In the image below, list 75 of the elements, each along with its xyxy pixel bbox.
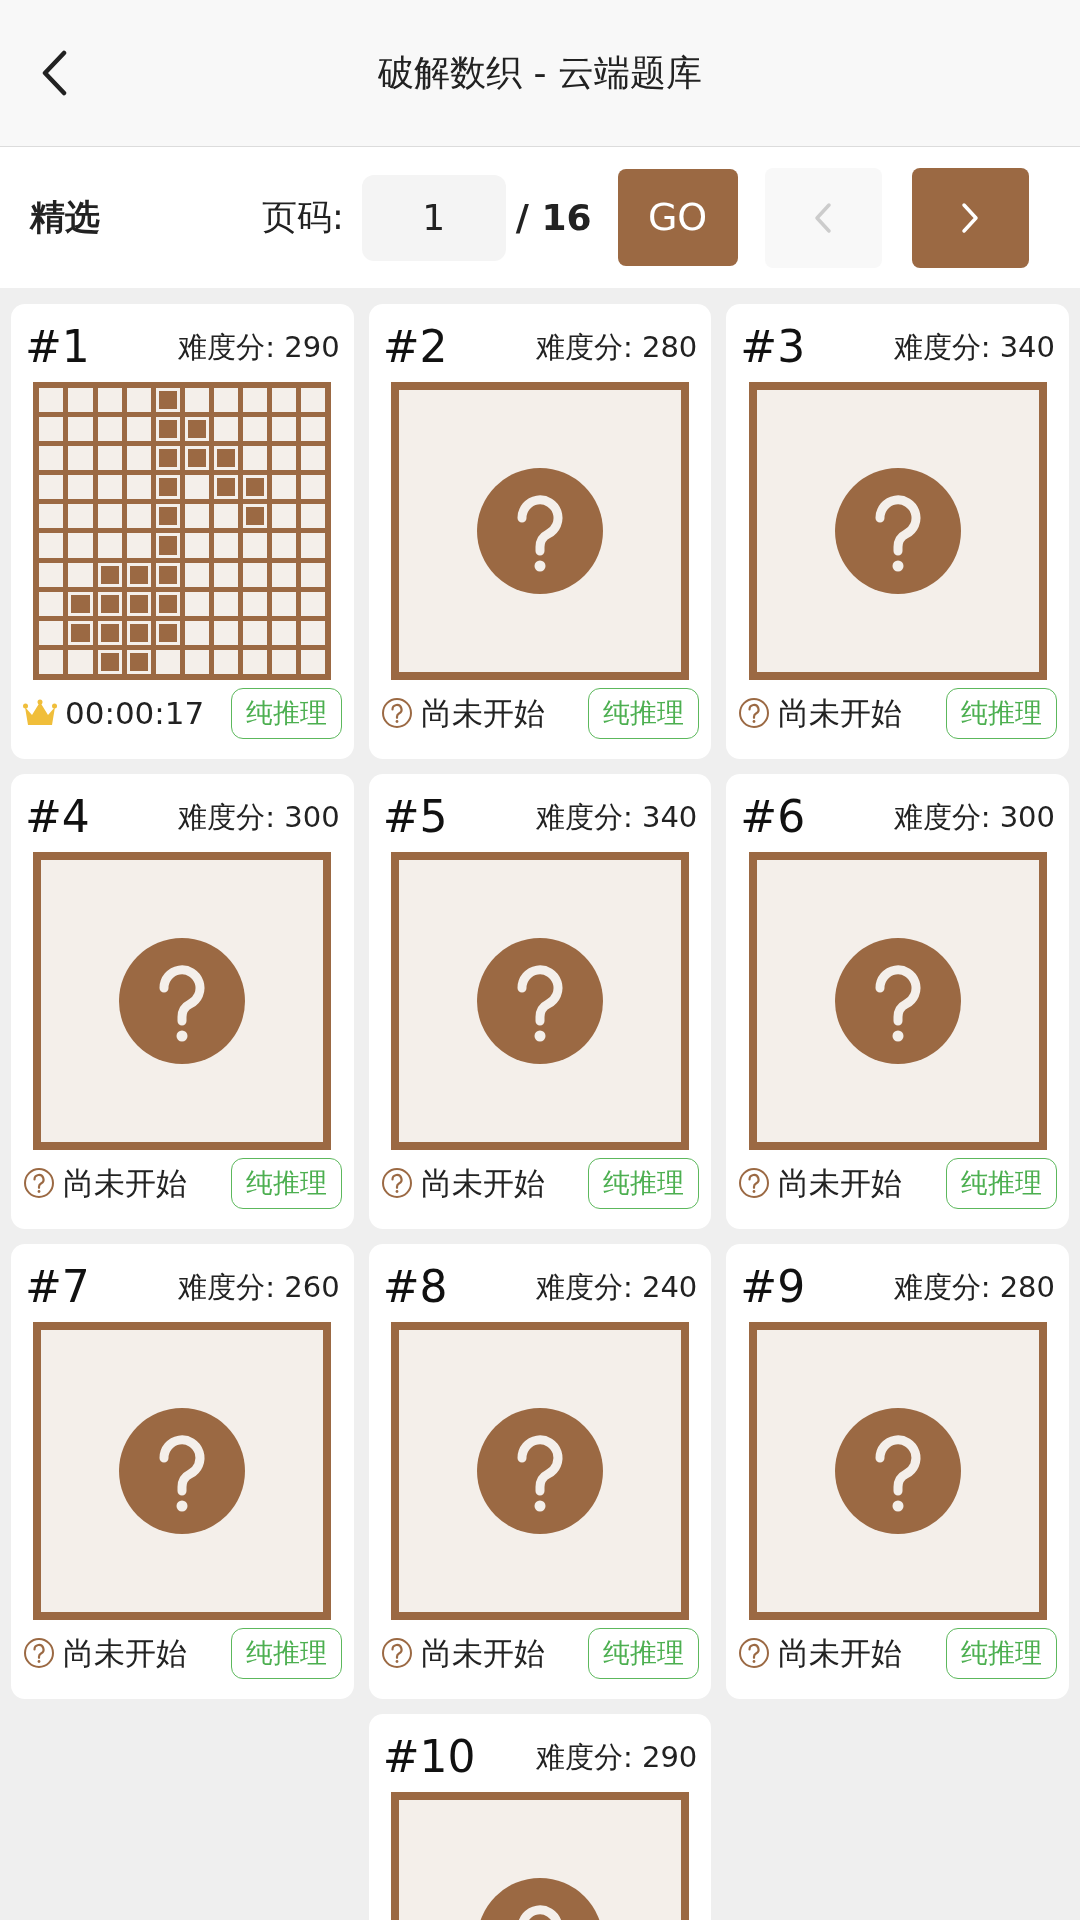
tag: 纯推理 <box>588 1628 700 1679</box>
back-icon <box>40 50 68 96</box>
puzzle-number: #4 <box>25 795 90 839</box>
puzzle-number: #2 <box>382 325 448 369</box>
tag: 纯推理 <box>588 1158 700 1209</box>
tag: 纯推理 <box>946 688 1057 739</box>
question-icon <box>119 938 246 1064</box>
difficulty-score: 难度分: 280 <box>536 332 698 362</box>
status-text: 尚未开始 <box>778 1164 903 1203</box>
page-total: / 16 <box>515 195 592 240</box>
puzzle-card[interactable]: #6 难度分: 300 尚未开始 纯推理 <box>726 774 1069 1229</box>
chevron-left-icon <box>814 201 833 234</box>
tag: 纯推理 <box>946 1158 1057 1209</box>
chevron-right-icon <box>961 201 980 234</box>
question-icon <box>834 938 961 1064</box>
difficulty-score: 难度分: 340 <box>536 802 698 832</box>
puzzle-card[interactable]: #5 难度分: 340 尚未开始 纯推理 <box>368 774 712 1229</box>
solve-time: 00:00:17 <box>65 694 205 733</box>
puzzle-card[interactable]: #3 难度分: 340 尚未开始 纯推理 <box>726 304 1069 759</box>
difficulty-score: 难度分: 240 <box>536 1272 698 1302</box>
question-circle-icon <box>23 1167 55 1200</box>
question-circle-icon <box>380 1637 413 1670</box>
question-icon <box>834 1408 961 1534</box>
status-text: 尚未开始 <box>420 1164 545 1203</box>
question-circle-icon <box>738 1167 771 1200</box>
tag: 纯推理 <box>230 1628 342 1679</box>
question-icon <box>119 1408 246 1534</box>
puzzle-number: #7 <box>25 1265 90 1309</box>
status-text: 尚未开始 <box>420 1634 545 1673</box>
difficulty-score: 难度分: 260 <box>178 1272 340 1302</box>
category-label: 精选 <box>30 196 101 240</box>
question-icon <box>477 938 603 1064</box>
puzzle-card[interactable]: #9 难度分: 280 尚未开始 纯推理 <box>726 1244 1069 1699</box>
puzzle-card[interactable]: #8 难度分: 240 尚未开始 纯推理 <box>368 1244 712 1699</box>
puzzle-number: #6 <box>740 795 806 839</box>
page-input[interactable]: 1 <box>361 174 506 261</box>
page-title: 破解数织 - 云端题库 <box>378 51 702 95</box>
difficulty-score: 难度分: 300 <box>178 802 340 832</box>
difficulty-score: 难度分: 290 <box>178 332 340 362</box>
puzzle-number: #9 <box>740 1265 806 1309</box>
puzzle-number: #1 <box>25 325 90 369</box>
puzzle-card[interactable]: #10 难度分: 290 <box>368 1714 712 1920</box>
puzzle-card[interactable]: #2 难度分: 280 尚未开始 纯推理 <box>368 304 712 759</box>
tag: 纯推理 <box>230 1158 342 1209</box>
puzzle-number: #3 <box>740 325 806 369</box>
page-label: 页码: <box>262 196 344 240</box>
puzzle-card[interactable]: #4 难度分: 300 尚未开始 纯推理 <box>11 774 354 1229</box>
puzzle-card[interactable]: #1 难度分: 290 00:00:17 纯推理 <box>11 304 354 759</box>
tag: 纯推理 <box>588 688 700 739</box>
puzzle-number: #10 <box>382 1735 476 1779</box>
question-circle-icon <box>23 1637 55 1670</box>
difficulty-score: 难度分: 290 <box>536 1742 698 1772</box>
difficulty-score: 难度分: 300 <box>893 802 1055 832</box>
question-circle-icon <box>738 697 771 730</box>
puzzle-number: #5 <box>382 795 448 839</box>
question-icon <box>477 1408 603 1534</box>
status-text: 尚未开始 <box>778 1634 903 1673</box>
next-page-button[interactable] <box>911 167 1029 268</box>
question-icon <box>477 468 603 594</box>
puzzle-card[interactable]: #7 难度分: 260 尚未开始 纯推理 <box>11 1244 354 1699</box>
crown-icon <box>23 699 57 728</box>
difficulty-score: 难度分: 340 <box>893 332 1055 362</box>
question-circle-icon <box>380 697 413 730</box>
go-button[interactable]: GO <box>617 169 738 266</box>
tag: 纯推理 <box>230 688 342 739</box>
difficulty-score: 难度分: 280 <box>893 1272 1055 1302</box>
status-text: 尚未开始 <box>420 694 545 733</box>
question-circle-icon <box>380 1167 413 1200</box>
puzzle-number: #8 <box>382 1265 448 1309</box>
status-text: 尚未开始 <box>63 1164 187 1203</box>
status-text: 尚未开始 <box>778 694 903 733</box>
question-icon <box>834 468 961 594</box>
question-circle-icon <box>738 1637 771 1670</box>
status-text: 尚未开始 <box>63 1634 187 1673</box>
tag: 纯推理 <box>946 1628 1057 1679</box>
